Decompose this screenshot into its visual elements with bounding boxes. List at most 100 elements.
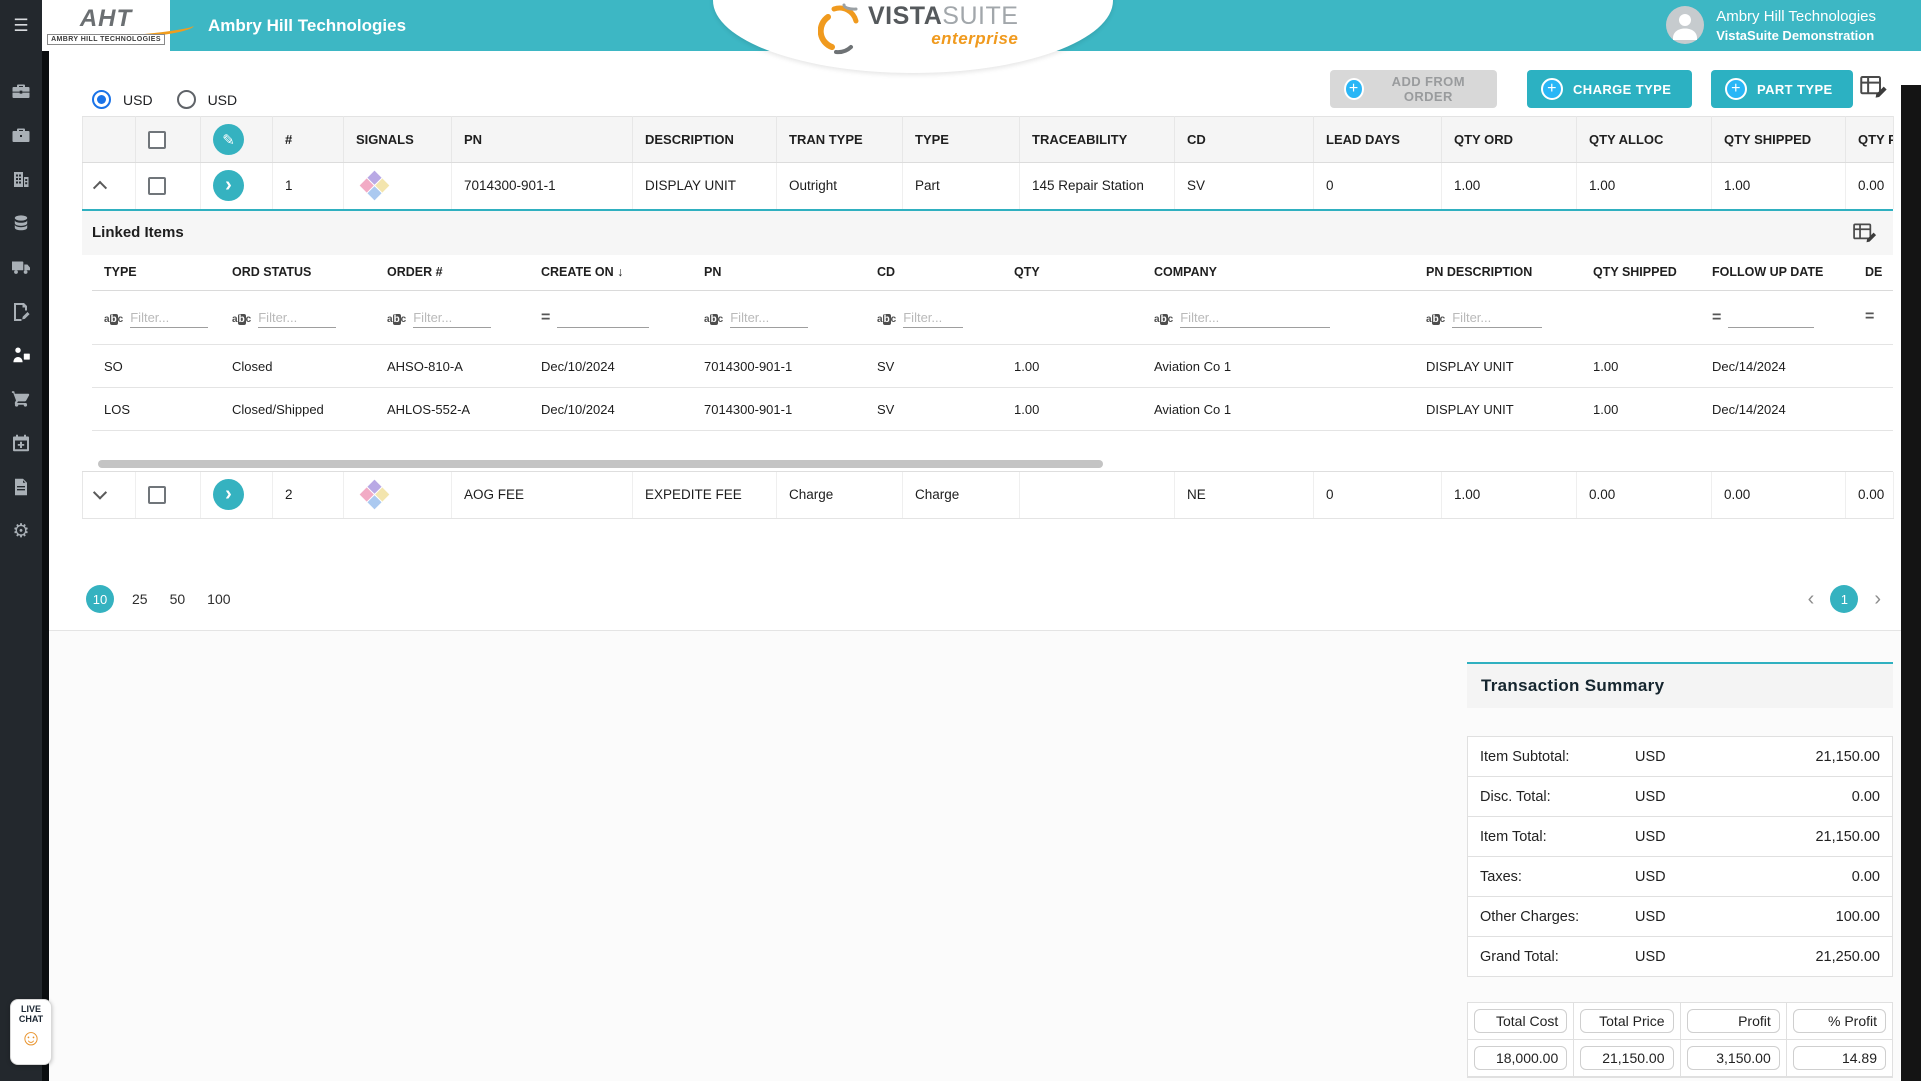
lcell-cd: SV — [865, 388, 1002, 431]
lcol-qty[interactable]: QTY — [1002, 255, 1142, 291]
linked-items-settings-icon[interactable] — [1853, 222, 1879, 244]
collapse-row-icon[interactable] — [93, 181, 107, 195]
col-traceability: TRACEABILITY — [1020, 117, 1175, 163]
col-pn: PN — [452, 117, 633, 163]
lcol-ord-status[interactable]: ORD STATUS — [220, 255, 375, 291]
page-size-50[interactable]: 50 — [166, 591, 190, 607]
summary-label: Item Subtotal: — [1480, 749, 1635, 765]
pager: ‹ 1 › — [1808, 585, 1881, 613]
main-table-header-row: ✎ # SIGNALS PN DESCRIPTION TRAN TYPE TYP… — [83, 117, 1894, 163]
lcol-qty-shipped[interactable]: QTY SHIPPED — [1581, 255, 1700, 291]
lcol-company[interactable]: COMPANY — [1142, 255, 1414, 291]
page-size-100[interactable]: 100 — [203, 591, 234, 607]
transaction-summary-title: Transaction Summary — [1481, 676, 1664, 696]
table-row: › 2 AOG FEE EXPEDITE FEE Charge Charge N… — [83, 472, 1894, 518]
sidebar-item-orders[interactable] — [0, 333, 42, 377]
cell-qty-shipped: 0.00 — [1712, 472, 1846, 518]
menu-icon[interactable]: ☰ — [0, 0, 42, 51]
avatar[interactable] — [1666, 6, 1704, 44]
scrollbar-thumb[interactable] — [98, 460, 1103, 468]
lcol-cd[interactable]: CD — [865, 255, 1002, 291]
linked-items-panel: Linked Items TYPE ORD ST — [82, 209, 1893, 473]
text-filter-icon[interactable]: abc — [1154, 314, 1173, 328]
signals-icon[interactable] — [360, 480, 390, 510]
create-on-filter-input[interactable] — [557, 308, 649, 328]
page-size-25[interactable]: 25 — [128, 591, 152, 607]
cell-qty-alloc: 1.00 — [1577, 163, 1712, 209]
text-filter-icon[interactable]: abc — [104, 314, 123, 328]
sidebar-item-quotes[interactable] — [0, 289, 42, 333]
cell-lead-days: 0 — [1314, 163, 1442, 209]
linked-item-row[interactable]: LOS Closed/Shipped AHLOS-552-A Dec/10/20… — [92, 388, 1893, 431]
summary-label: Taxes: — [1480, 869, 1635, 885]
prev-page-icon[interactable]: ‹ — [1808, 589, 1815, 609]
lcell-follow-up-date: Dec/14/2024 — [1700, 345, 1853, 388]
row-checkbox[interactable] — [148, 177, 166, 195]
charge-type-button[interactable]: + CHARGE TYPE — [1527, 70, 1692, 108]
sidebar-item-documents[interactable] — [0, 465, 42, 509]
sidebar-item-scheduling[interactable] — [0, 421, 42, 465]
grid-edit-icon — [1860, 74, 1890, 100]
type-filter-input[interactable] — [130, 308, 208, 328]
sidebar-item-building[interactable] — [0, 157, 42, 201]
open-row-button[interactable]: › — [213, 479, 244, 510]
cd-filter-input[interactable] — [903, 308, 963, 328]
sidebar-item-settings[interactable]: ⚙ — [0, 509, 42, 553]
profit-col-profit: Profit — [1687, 1009, 1780, 1033]
text-filter-icon[interactable]: abc — [232, 314, 251, 328]
sidebar-item-briefcase[interactable] — [0, 69, 42, 113]
lcell-pn-description: DISPLAY UNIT — [1414, 345, 1581, 388]
pn-description-filter-input[interactable] — [1452, 308, 1542, 328]
pn-filter-input[interactable] — [730, 308, 808, 328]
next-page-icon[interactable]: › — [1874, 589, 1881, 609]
sidebar-item-briefcase-2[interactable] — [0, 113, 42, 157]
expand-row-icon[interactable] — [93, 486, 107, 500]
live-chat-widget[interactable]: LIVE CHAT ☺ — [10, 999, 52, 1065]
lcell-qty: 1.00 — [1002, 388, 1142, 431]
lcol-de[interactable]: DE — [1853, 255, 1893, 291]
table-settings-button[interactable] — [1860, 74, 1890, 103]
user-menu[interactable]: Ambry Hill Technologies VistaSuite Demon… — [1666, 6, 1876, 44]
user-company: Ambry Hill Technologies — [1716, 8, 1876, 25]
lcol-follow-up-date[interactable]: FOLLOW UP DATE — [1700, 255, 1853, 291]
add-from-order-button[interactable]: + ADD FROM ORDER — [1330, 70, 1497, 108]
lcol-create-on[interactable]: CREATE ON ↓ — [529, 255, 692, 291]
summary-value: 21,150.00 — [1725, 829, 1880, 845]
text-filter-icon[interactable]: abc — [704, 314, 723, 328]
col-num: # — [273, 117, 344, 163]
text-filter-icon[interactable]: abc — [387, 314, 406, 328]
equals-filter-icon[interactable]: = — [541, 309, 550, 328]
equals-filter-icon[interactable]: = — [1865, 308, 1874, 327]
sidebar-item-purchasing[interactable] — [0, 377, 42, 421]
company-filter-input[interactable] — [1180, 308, 1330, 328]
linked-item-row[interactable]: SO Closed AHSO-810-A Dec/10/2024 7014300… — [92, 345, 1893, 388]
ord-status-filter-input[interactable] — [258, 308, 336, 328]
lcol-order-no[interactable]: ORDER # — [375, 255, 529, 291]
lcell-cd: SV — [865, 345, 1002, 388]
current-page[interactable]: 1 — [1830, 585, 1858, 613]
text-filter-icon[interactable]: abc — [877, 314, 896, 328]
sidebar-item-shipping[interactable] — [0, 245, 42, 289]
summary-label: Grand Total: — [1480, 949, 1635, 965]
lcol-pn-description[interactable]: PN DESCRIPTION — [1414, 255, 1581, 291]
lcell-ord-status: Closed — [220, 345, 375, 388]
cell-qty-alloc: 0.00 — [1577, 472, 1712, 518]
signals-icon[interactable] — [360, 171, 390, 201]
select-all-checkbox[interactable] — [148, 131, 166, 149]
text-filter-icon[interactable]: abc — [1426, 314, 1445, 328]
open-row-button[interactable]: › — [213, 170, 244, 201]
part-type-button[interactable]: + PART TYPE — [1711, 70, 1853, 108]
live-chat-line2: CHAT — [19, 1014, 43, 1024]
lcol-pn[interactable]: PN — [692, 255, 865, 291]
col-qty-alloc: QTY ALLOC — [1577, 117, 1712, 163]
equals-filter-icon[interactable]: = — [1712, 309, 1721, 328]
lcol-type[interactable]: TYPE — [92, 255, 220, 291]
edit-all-button[interactable]: ✎ — [213, 124, 244, 155]
follow-up-filter-input[interactable] — [1728, 308, 1814, 328]
table-row: › 1 7014300-901-1 DISPLAY UNIT Outright … — [83, 163, 1894, 209]
company-logo[interactable]: AHT AMBRY HILL TECHNOLOGIES — [42, 0, 170, 51]
row-checkbox[interactable] — [148, 486, 166, 504]
page-size-10[interactable]: 10 — [86, 585, 114, 613]
order-no-filter-input[interactable] — [413, 308, 491, 328]
sidebar-item-finance[interactable] — [0, 201, 42, 245]
